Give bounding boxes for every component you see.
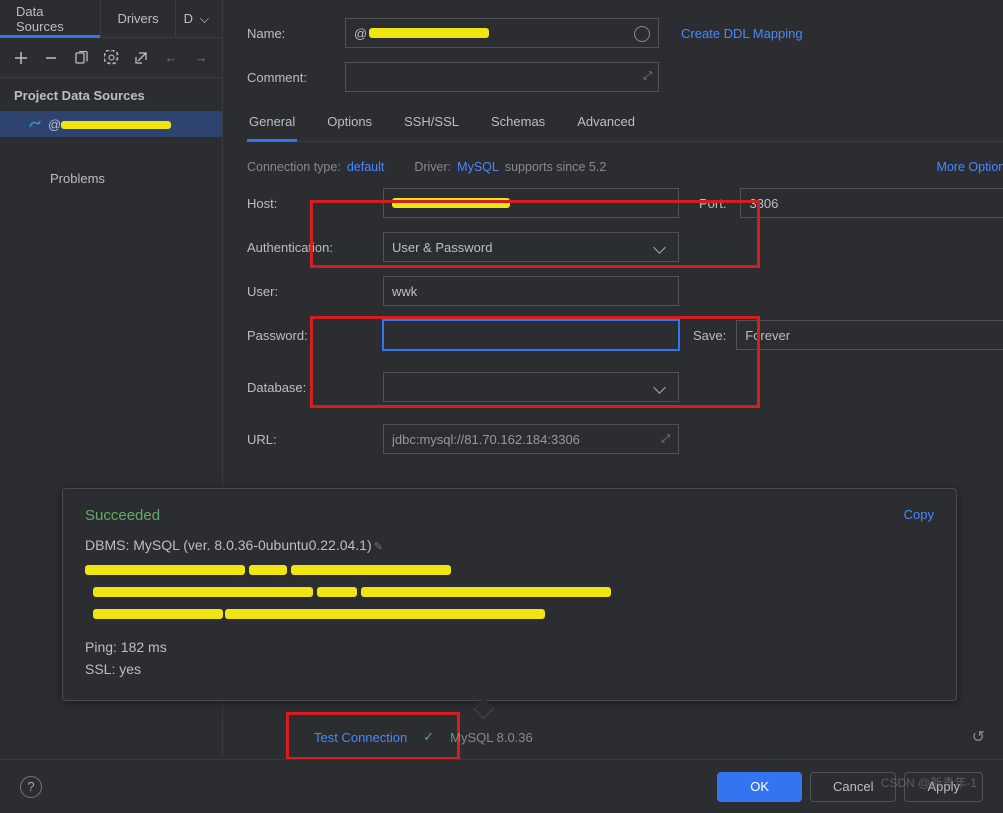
color-circle-icon[interactable] bbox=[634, 26, 650, 42]
tab-drivers-label: Drivers bbox=[117, 11, 158, 26]
annotation-box bbox=[310, 316, 760, 408]
data-source-item-label: @ bbox=[48, 117, 171, 132]
tab-advanced[interactable]: Advanced bbox=[575, 114, 637, 141]
name-label: Name: bbox=[247, 26, 345, 41]
test-connection-link[interactable]: Test Connection bbox=[314, 730, 407, 745]
tab-drivers[interactable]: Drivers bbox=[101, 0, 175, 37]
url-input[interactable]: jdbc:mysql://81.70.162.184:3306 ⤢ bbox=[383, 424, 679, 454]
dbms-line: DBMS: MySQL (ver. 8.0.36-0ubuntu0.22.04.… bbox=[85, 537, 372, 553]
expand-icon[interactable]: ⤢ bbox=[661, 433, 670, 446]
edit-icon[interactable]: ✎ bbox=[374, 541, 383, 553]
sidebar-tabs: Data Sources Drivers D bbox=[0, 0, 222, 38]
remove-button[interactable] bbox=[38, 45, 64, 71]
tab-data-sources[interactable]: Data Sources bbox=[0, 0, 101, 37]
create-ddl-mapping-link[interactable]: Create DDL Mapping bbox=[681, 26, 803, 41]
settings-button[interactable] bbox=[98, 45, 124, 71]
url-value: jdbc:mysql://81.70.162.184:3306 bbox=[392, 432, 580, 447]
user-input[interactable]: wwk bbox=[383, 276, 679, 306]
copy-button[interactable] bbox=[68, 45, 94, 71]
driver-link[interactable]: MySQL bbox=[457, 160, 499, 174]
conn-type-link[interactable]: default bbox=[347, 160, 385, 174]
success-title: Succeeded bbox=[85, 507, 160, 524]
name-prefix: @ bbox=[354, 26, 367, 41]
tab-options[interactable]: Options bbox=[325, 114, 374, 141]
watermark: CSDN @新青年-1 bbox=[881, 774, 977, 791]
export-button[interactable] bbox=[128, 45, 154, 71]
ping-line: Ping: 182 ms bbox=[85, 636, 934, 658]
next-button[interactable]: → bbox=[188, 45, 214, 71]
annotation-box bbox=[310, 200, 760, 268]
more-options-link[interactable]: More Options bbox=[936, 160, 1003, 174]
tab-more-label: D bbox=[184, 11, 193, 26]
mysql-icon bbox=[28, 117, 42, 131]
success-panel: Succeeded Copy DBMS: MySQL (ver. 8.0.36-… bbox=[62, 488, 957, 701]
prev-button[interactable]: ← bbox=[158, 45, 184, 71]
section-title: Project Data Sources bbox=[0, 78, 222, 107]
sidebar-toolbar: ← → bbox=[0, 38, 222, 78]
tab-data-sources-label: Data Sources bbox=[16, 4, 84, 34]
expand-icon[interactable]: ⤢ bbox=[643, 70, 652, 83]
dialog-footer: ? OK Cancel Apply bbox=[0, 759, 1003, 813]
ssl-line: SSL: yes bbox=[85, 658, 934, 680]
name-input[interactable]: @ bbox=[345, 18, 659, 48]
ok-button[interactable]: OK bbox=[717, 772, 802, 802]
tab-schemas[interactable]: Schemas bbox=[489, 114, 547, 141]
test-connection-bar: Test Connection ✓ MySQL 8.0.36 ↺ bbox=[298, 720, 1003, 754]
tab-ssh-ssl[interactable]: SSH/SSL bbox=[402, 114, 461, 141]
driver-label: Driver: bbox=[414, 160, 451, 174]
data-source-tree: @ bbox=[0, 107, 222, 141]
conn-type-label: Connection type: bbox=[247, 160, 341, 174]
revert-button[interactable]: ↺ bbox=[972, 727, 985, 747]
problems-section[interactable]: Problems bbox=[0, 141, 222, 186]
url-label: URL: bbox=[247, 432, 383, 447]
comment-label: Comment: bbox=[247, 70, 345, 85]
driver-version: MySQL 8.0.36 bbox=[450, 730, 533, 745]
comment-input[interactable]: ⤢ bbox=[345, 62, 659, 92]
user-label: User: bbox=[247, 284, 383, 299]
connection-meta: Connection type: default Driver: MySQL s… bbox=[247, 142, 1003, 188]
success-body: DBMS: MySQL (ver. 8.0.36-0ubuntu0.22.04.… bbox=[85, 534, 934, 680]
add-button[interactable] bbox=[8, 45, 34, 71]
help-button[interactable]: ? bbox=[20, 776, 42, 798]
data-source-item[interactable]: @ bbox=[0, 111, 222, 137]
driver-supports: supports since 5.2 bbox=[505, 160, 606, 174]
detail-tabs: General Options SSH/SSL Schemas Advanced bbox=[247, 114, 1003, 142]
port-input[interactable]: 3306 bbox=[740, 188, 1003, 218]
tab-more[interactable]: D bbox=[176, 0, 222, 37]
redacted-text bbox=[369, 28, 489, 38]
tab-general[interactable]: General bbox=[247, 114, 297, 141]
panel-pointer bbox=[473, 698, 493, 718]
save-select[interactable]: Forever bbox=[736, 320, 1003, 350]
copy-link[interactable]: Copy bbox=[904, 507, 934, 524]
check-icon: ✓ bbox=[423, 729, 434, 745]
